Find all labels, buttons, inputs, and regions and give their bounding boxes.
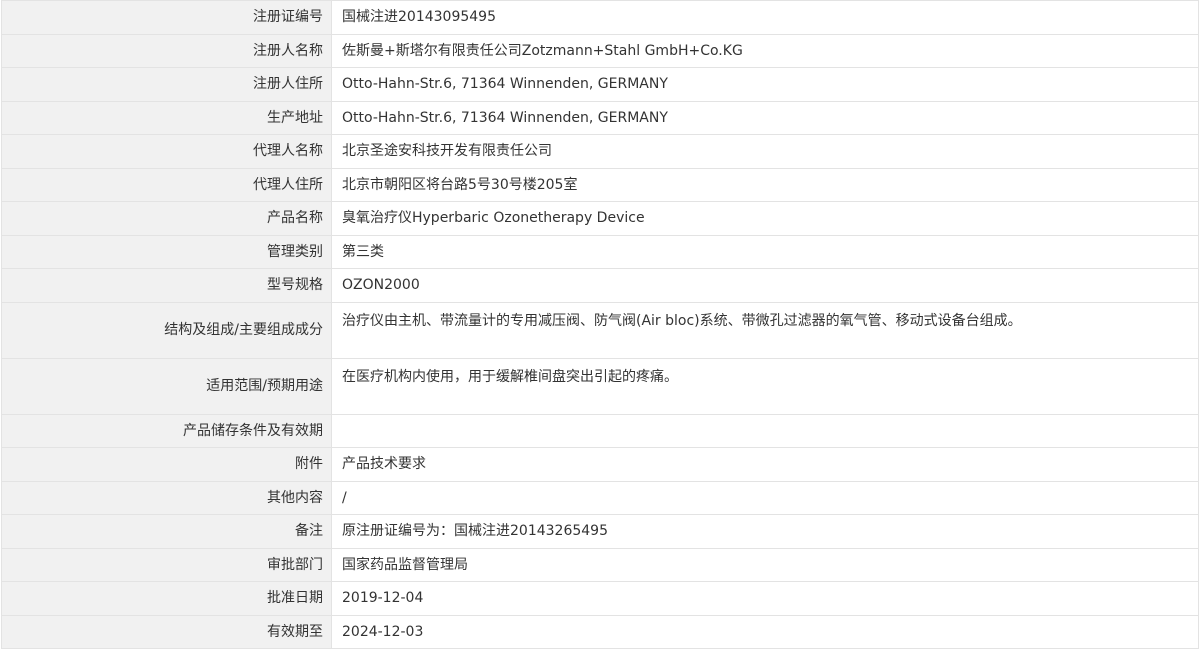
- table-row-attachment: 附件 产品技术要求: [1, 447, 1199, 482]
- table-row-storage-conditions: 产品储存条件及有效期: [1, 413, 1199, 448]
- field-value: [331, 413, 1199, 448]
- field-label: 有效期至: [1, 614, 332, 649]
- field-value: 在医疗机构内使用，用于缓解椎间盘突出引起的疼痛。: [331, 357, 1199, 415]
- field-label: 型号规格: [1, 268, 332, 303]
- field-label: 备注: [1, 514, 332, 549]
- field-label: 其他内容: [1, 480, 332, 515]
- field-value: 国家药品监督管理局: [331, 547, 1199, 582]
- table-row-registrant-name: 注册人名称 佐斯曼+斯塔尔有限责任公司Zotzmann+Stahl GmbH+C…: [1, 33, 1199, 68]
- field-label: 审批部门: [1, 547, 332, 582]
- field-label: 管理类别: [1, 234, 332, 269]
- table-row-registration-number: 注册证编号 国械注进20143095495: [1, 0, 1199, 35]
- field-label: 代理人名称: [1, 134, 332, 169]
- table-row-intended-use: 适用范围/预期用途 在医疗机构内使用，用于缓解椎间盘突出引起的疼痛。: [1, 357, 1199, 415]
- field-value: OZON2000: [331, 268, 1199, 303]
- table-row-management-category: 管理类别 第三类: [1, 234, 1199, 269]
- field-value: 2019-12-04: [331, 581, 1199, 616]
- table-row-structure-composition: 结构及组成/主要组成成分 治疗仪由主机、带流量计的专用减压阀、防气阀(Air b…: [1, 301, 1199, 359]
- table-row-agent-address: 代理人住所 北京市朝阳区将台路5号30号楼205室: [1, 167, 1199, 202]
- field-label: 附件: [1, 447, 332, 482]
- field-value: 北京市朝阳区将台路5号30号楼205室: [331, 167, 1199, 202]
- field-label: 结构及组成/主要组成成分: [1, 301, 332, 359]
- table-row-remarks: 备注 原注册证编号为：国械注进20143265495: [1, 514, 1199, 549]
- field-label: 注册人名称: [1, 33, 332, 68]
- field-label: 注册人住所: [1, 67, 332, 102]
- registration-detail-table: 注册证编号 国械注进20143095495 注册人名称 佐斯曼+斯塔尔有限责任公…: [1, 0, 1199, 649]
- field-value: 国械注进20143095495: [331, 0, 1199, 35]
- table-row-model-spec: 型号规格 OZON2000: [1, 268, 1199, 303]
- field-value: /: [331, 480, 1199, 515]
- field-label: 批准日期: [1, 581, 332, 616]
- field-label: 适用范围/预期用途: [1, 357, 332, 415]
- field-value: 北京圣途安科技开发有限责任公司: [331, 134, 1199, 169]
- field-value: 第三类: [331, 234, 1199, 269]
- table-row-valid-until: 有效期至 2024-12-03: [1, 614, 1199, 649]
- table-row-other-content: 其他内容 /: [1, 480, 1199, 515]
- table-row-approval-department: 审批部门 国家药品监督管理局: [1, 547, 1199, 582]
- field-value: 产品技术要求: [331, 447, 1199, 482]
- registration-detail-page: 注册证编号 国械注进20143095495 注册人名称 佐斯曼+斯塔尔有限责任公…: [0, 0, 1200, 671]
- field-label: 产品名称: [1, 201, 332, 236]
- field-value: 治疗仪由主机、带流量计的专用减压阀、防气阀(Air bloc)系统、带微孔过滤器…: [331, 301, 1199, 359]
- table-row-agent-name: 代理人名称 北京圣途安科技开发有限责任公司: [1, 134, 1199, 169]
- field-value: Otto-Hahn-Str.6, 71364 Winnenden, GERMAN…: [331, 100, 1199, 135]
- field-label: 产品储存条件及有效期: [1, 413, 332, 448]
- field-label: 注册证编号: [1, 0, 332, 35]
- field-value: 佐斯曼+斯塔尔有限责任公司Zotzmann+Stahl GmbH+Co.KG: [331, 33, 1199, 68]
- table-row-production-address: 生产地址 Otto-Hahn-Str.6, 71364 Winnenden, G…: [1, 100, 1199, 135]
- field-label: 代理人住所: [1, 167, 332, 202]
- table-row-registrant-address: 注册人住所 Otto-Hahn-Str.6, 71364 Winnenden, …: [1, 67, 1199, 102]
- field-value: 2024-12-03: [331, 614, 1199, 649]
- table-row-product-name: 产品名称 臭氧治疗仪Hyperbaric Ozonetherapy Device: [1, 201, 1199, 236]
- field-label: 生产地址: [1, 100, 332, 135]
- field-value: 原注册证编号为：国械注进20143265495: [331, 514, 1199, 549]
- table-row-approval-date: 批准日期 2019-12-04: [1, 581, 1199, 616]
- field-value: Otto-Hahn-Str.6, 71364 Winnenden, GERMAN…: [331, 67, 1199, 102]
- field-value: 臭氧治疗仪Hyperbaric Ozonetherapy Device: [331, 201, 1199, 236]
